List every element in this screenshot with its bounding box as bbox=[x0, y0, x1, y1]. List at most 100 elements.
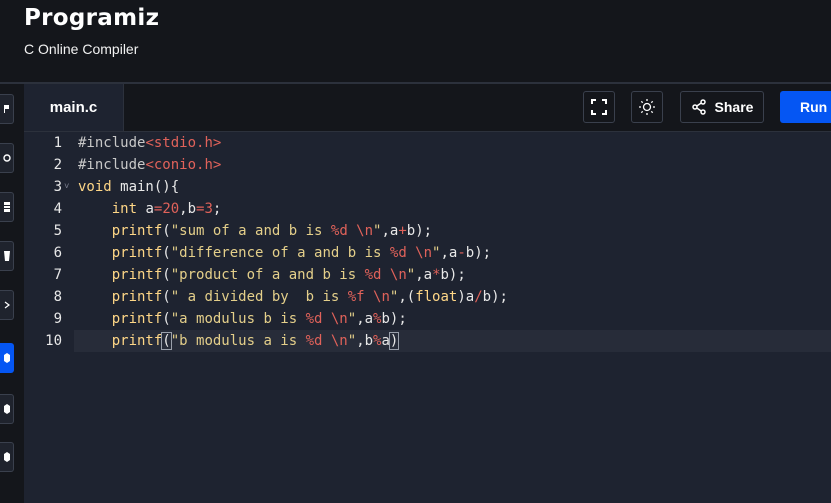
theme-toggle-button[interactable] bbox=[631, 91, 663, 123]
code-text: printf(" a divided by b is %f \n",(float… bbox=[78, 286, 508, 308]
code-line[interactable]: 2 #include<conio.h> bbox=[24, 154, 831, 176]
code-text: #include<stdio.h> bbox=[78, 132, 221, 154]
line-number: 7 bbox=[53, 267, 62, 283]
java-icon bbox=[4, 301, 10, 309]
html-icon bbox=[3, 251, 10, 261]
code-token: %d \n bbox=[305, 333, 348, 349]
share-label: Share bbox=[714, 99, 754, 115]
code-token: printf bbox=[111, 223, 163, 239]
code-token: ,a bbox=[381, 223, 399, 239]
code-token: ( bbox=[162, 289, 171, 305]
sun-icon bbox=[639, 99, 655, 115]
share-button[interactable]: Share bbox=[680, 91, 764, 123]
code-text: printf("product of a and b is %d \n",a*b… bbox=[78, 264, 466, 286]
line-number: 8 bbox=[53, 289, 62, 305]
code-token: " bbox=[347, 333, 357, 349]
page-subtitle: C Online Compiler bbox=[24, 41, 139, 57]
code-token: void bbox=[78, 179, 112, 195]
code-token: + bbox=[398, 223, 407, 239]
code-token: ,b bbox=[179, 201, 197, 217]
sidebar-lang-r[interactable] bbox=[0, 143, 14, 173]
code-token: ( bbox=[162, 311, 171, 327]
code-token: printf bbox=[111, 267, 163, 283]
code-token: printf bbox=[111, 311, 163, 327]
code-token: ,( bbox=[398, 289, 416, 305]
code-token: b); bbox=[440, 267, 466, 283]
sidebar-lang-java[interactable] bbox=[0, 290, 14, 320]
code-token: a bbox=[137, 201, 154, 217]
code-token: main(){ bbox=[111, 179, 180, 195]
code-token: ( bbox=[161, 332, 172, 350]
code-token: printf bbox=[111, 245, 163, 261]
code-text: void main(){ bbox=[78, 176, 179, 198]
line-number: 2 bbox=[53, 157, 62, 173]
c-language-icon bbox=[3, 353, 10, 363]
fullscreen-button[interactable] bbox=[583, 91, 615, 123]
code-line[interactable]: 7 printf("product of a and b is %d \n",a… bbox=[24, 264, 831, 286]
code-token: %d \n bbox=[364, 267, 407, 283]
language-sidebar bbox=[0, 84, 24, 503]
code-line[interactable]: 3 ˅ void main(){ bbox=[24, 176, 831, 198]
code-token: ) bbox=[388, 332, 400, 350]
code-line[interactable]: 5 printf("sum of a and b is %d \n",a+b); bbox=[24, 220, 831, 242]
fold-arrow-icon[interactable]: ˅ bbox=[64, 176, 69, 198]
code-token: printf bbox=[111, 289, 163, 305]
sidebar-lang-python[interactable] bbox=[0, 94, 14, 124]
code-token: "product of a and b is bbox=[170, 267, 365, 283]
sidebar-lang-html[interactable] bbox=[0, 241, 14, 271]
run-button[interactable]: Run bbox=[780, 91, 831, 123]
sidebar-lang-sql[interactable] bbox=[0, 192, 14, 222]
code-token: "b modulus a is bbox=[170, 333, 306, 349]
editor-toolbar: main.c Share Run bbox=[24, 84, 831, 132]
code-editor[interactable]: 1 #include<stdio.h> 2 #include<conio.h> 3 ˅ vo… bbox=[24, 132, 831, 503]
code-token: b); bbox=[482, 289, 508, 305]
code-line[interactable]: 9 printf("a modulus b is %d \n",a%b); bbox=[24, 308, 831, 330]
code-token: b); bbox=[465, 245, 492, 261]
code-token: ( bbox=[162, 223, 171, 239]
csharp-icon bbox=[3, 452, 10, 462]
code-token: " bbox=[406, 267, 416, 283]
database-icon bbox=[3, 202, 10, 212]
code-token: <conio.h> bbox=[145, 157, 222, 173]
code-text: printf("difference of a and b is %d \n",… bbox=[78, 242, 491, 264]
share-icon bbox=[691, 99, 706, 115]
code-line[interactable]: 8 printf(" a divided by b is %f \n",(flo… bbox=[24, 286, 831, 308]
code-line[interactable]: 1 #include<stdio.h> bbox=[24, 132, 831, 154]
code-token: "a modulus b is bbox=[170, 311, 306, 327]
programiz-logo[interactable]: Programiz bbox=[24, 5, 159, 31]
line-number: 9 bbox=[53, 311, 62, 327]
code-text: printf("sum of a and b is %d \n",a+b); bbox=[78, 220, 432, 242]
fullscreen-icon bbox=[591, 99, 607, 115]
code-token: printf bbox=[111, 333, 163, 349]
sidebar-lang-csharp[interactable] bbox=[0, 442, 14, 472]
tab-main-c[interactable]: main.c bbox=[24, 84, 124, 131]
code-token: "difference of a and b is bbox=[170, 245, 390, 261]
code-token: b); bbox=[381, 311, 407, 327]
code-token: / bbox=[474, 289, 483, 305]
code-text: #include<conio.h> bbox=[78, 154, 221, 176]
run-label: Run bbox=[800, 99, 828, 115]
code-token: ,b bbox=[356, 333, 374, 349]
code-line[interactable]: 10 printf("b modulus a is %d \n",b%a) bbox=[24, 330, 831, 352]
code-text: printf("b modulus a is %d \n",b%a) bbox=[78, 330, 400, 352]
code-token: " a divided by b is bbox=[170, 289, 348, 305]
code-token: %d \n bbox=[330, 223, 374, 239]
line-number: 6 bbox=[53, 245, 62, 261]
code-token: )a bbox=[457, 289, 475, 305]
sidebar-lang-c[interactable] bbox=[0, 343, 14, 373]
sidebar-lang-cpp[interactable] bbox=[0, 394, 14, 424]
line-number: 1 bbox=[53, 135, 62, 151]
code-token: ,a bbox=[356, 311, 374, 327]
header: Programiz C Online Compiler bbox=[0, 0, 831, 82]
code-token: - bbox=[457, 245, 466, 261]
code-line[interactable]: 6 printf("difference of a and b is %d \n… bbox=[24, 242, 831, 264]
code-line[interactable]: 4 int a=20,b=3; bbox=[24, 198, 831, 220]
code-token: a bbox=[381, 333, 390, 349]
code-token: " bbox=[347, 311, 357, 327]
cpp-icon bbox=[3, 404, 10, 414]
